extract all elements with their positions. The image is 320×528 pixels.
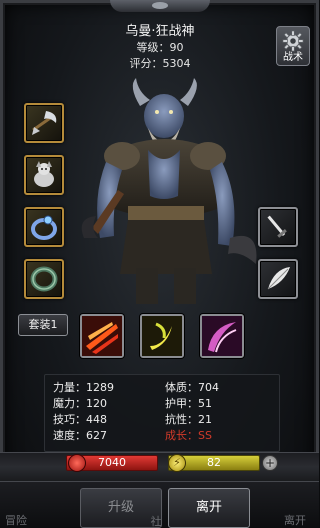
blue-ring-icon xyxy=(31,215,57,240)
character-level: 等级：90 xyxy=(136,41,184,54)
stats-column-right: 体质：704 护甲：51 抗性：21 成长：SS xyxy=(165,380,219,444)
equip-slot-ring[interactable] xyxy=(24,207,64,247)
social-tab[interactable]: 社 xyxy=(146,514,166,528)
pink-slash-skill-icon xyxy=(202,316,242,356)
equip-slot-quill[interactable] xyxy=(258,259,298,299)
equipment-set-button[interactable]: 套装1 xyxy=(18,314,68,336)
adventure-tab[interactable]: 冒险 xyxy=(0,510,46,528)
heart-icon xyxy=(68,454,86,472)
character-score: 评分：5304 xyxy=(129,57,191,70)
hero-portrait xyxy=(81,78,257,304)
character-name: 乌曼·狂战神 xyxy=(125,24,195,39)
fire-slash-skill-icon xyxy=(82,316,122,356)
sword-icon xyxy=(267,215,287,238)
stat-growth: 成长：SS xyxy=(165,429,212,442)
top-ornament xyxy=(110,0,210,12)
lightning-icon: ⚡ xyxy=(168,454,186,472)
stats-column-left: 力量：1289 魔力：120 技巧：448 速度：627 xyxy=(53,380,114,444)
yellow-crescent-skill-icon xyxy=(142,316,182,356)
stats-panel: 力量：1289 魔力：120 技巧：448 速度：627 体质：704 护甲：5… xyxy=(44,374,280,452)
skill-slot-3[interactable] xyxy=(200,314,244,358)
equip-slot-weapon[interactable] xyxy=(24,103,64,143)
skill-slot-2[interactable] xyxy=(140,314,184,358)
leave-tab[interactable]: 离开 xyxy=(270,510,320,528)
tactics-button[interactable]: 战术 xyxy=(276,26,310,66)
skill-slot-1[interactable] xyxy=(80,314,124,358)
stat-skill: 技巧：448 xyxy=(53,413,107,426)
green-bracelet-icon xyxy=(30,266,58,292)
character-header: 乌曼·狂战神 等级：90 评分：5304 xyxy=(80,24,240,72)
feather-quill-icon xyxy=(267,267,290,290)
add-resource-button[interactable]: + xyxy=(262,455,278,471)
tactics-label: 战术 xyxy=(283,52,303,63)
axe-weapon-icon xyxy=(32,111,57,135)
pet-creature-icon xyxy=(34,161,54,187)
gear-icon xyxy=(282,30,304,52)
stat-constitution: 体质：704 xyxy=(165,381,219,394)
equip-slot-pet[interactable] xyxy=(24,155,64,195)
equip-slot-bracelet[interactable] xyxy=(24,259,64,299)
stat-strength: 力量：1289 xyxy=(53,381,114,394)
stat-magic: 魔力：120 xyxy=(53,397,107,410)
stat-armor: 护甲：51 xyxy=(165,397,212,410)
stat-speed: 速度：627 xyxy=(53,429,107,442)
stat-resistance: 抗性：21 xyxy=(165,413,212,426)
leave-button[interactable]: 离开 xyxy=(168,488,250,528)
equip-slot-sword[interactable] xyxy=(258,207,298,247)
